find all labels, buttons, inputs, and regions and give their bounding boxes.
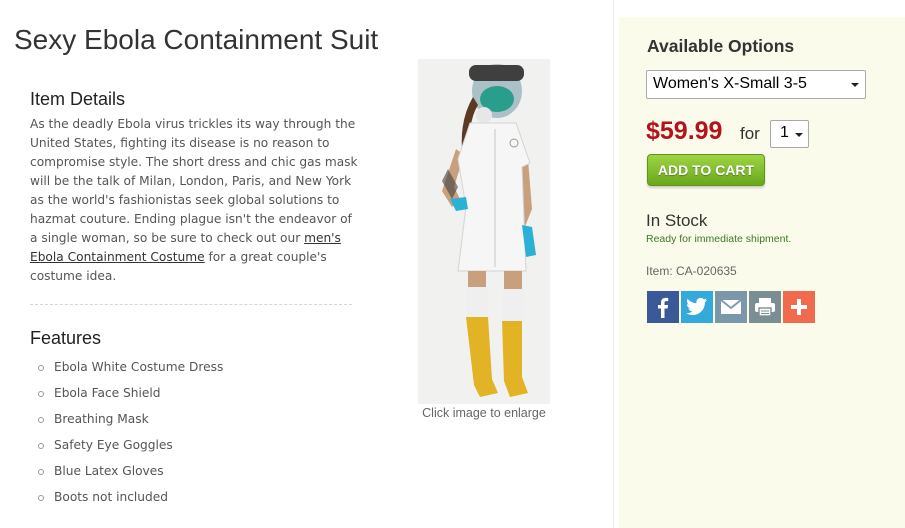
section-divider xyxy=(30,304,352,305)
features-heading: Features xyxy=(30,328,102,348)
quantity-select[interactable]: 1 xyxy=(770,120,809,148)
chevron-down-icon xyxy=(851,83,859,87)
for-label: for xyxy=(740,124,760,143)
image-caption: Click image to enlarge xyxy=(422,406,546,420)
price: $59.99 xyxy=(646,117,723,145)
features-list: Ebola White Costume Dress Ebola Face Shi… xyxy=(38,358,223,514)
costume-illustration xyxy=(442,64,536,397)
stock-note: Ready for immediate shipment. xyxy=(646,233,792,245)
available-options-heading: Available Options xyxy=(647,36,795,56)
print-icon xyxy=(755,298,775,317)
feature-item: Blue Latex Gloves xyxy=(38,462,223,488)
size-select[interactable]: Women's X-Small 3-5 xyxy=(646,70,866,99)
feature-item: Boots not included xyxy=(38,488,223,514)
add-icon xyxy=(791,299,807,315)
chevron-down-icon xyxy=(795,133,803,137)
stock-status: In Stock xyxy=(646,211,708,230)
purchase-panel: Available Options Women's X-Small 3-5 $5… xyxy=(619,17,905,528)
feature-item: Breathing Mask xyxy=(38,410,223,436)
quantity-value: 1 xyxy=(780,124,789,141)
twitter-icon xyxy=(686,297,708,316)
print-button[interactable] xyxy=(749,291,781,323)
item-details-heading: Item Details xyxy=(30,89,126,109)
email-icon xyxy=(720,299,742,314)
more-share-button[interactable] xyxy=(783,291,815,323)
feature-item: Ebola White Costume Dress xyxy=(38,358,223,384)
twitter-share-button[interactable] xyxy=(681,291,713,323)
product-main-column: Sexy Ebola Containment Suit Item Details… xyxy=(0,0,614,528)
email-share-button[interactable] xyxy=(715,291,747,323)
facebook-icon xyxy=(658,297,669,318)
share-buttons xyxy=(647,291,815,323)
feature-item: Ebola Face Shield xyxy=(38,384,223,410)
product-description: As the deadly Ebola virus trickles its w… xyxy=(30,115,360,286)
facebook-share-button[interactable] xyxy=(647,291,679,323)
size-select-value: Women's X-Small 3-5 xyxy=(653,75,807,92)
description-text: As the deadly Ebola virus trickles its w… xyxy=(30,117,358,245)
feature-item: Safety Eye Goggles xyxy=(38,436,223,462)
add-to-cart-button[interactable]: ADD TO CART xyxy=(647,154,765,186)
item-number: Item: CA-020635 xyxy=(646,264,737,278)
product-image[interactable] xyxy=(418,59,550,404)
product-title: Sexy Ebola Containment Suit xyxy=(14,24,379,55)
